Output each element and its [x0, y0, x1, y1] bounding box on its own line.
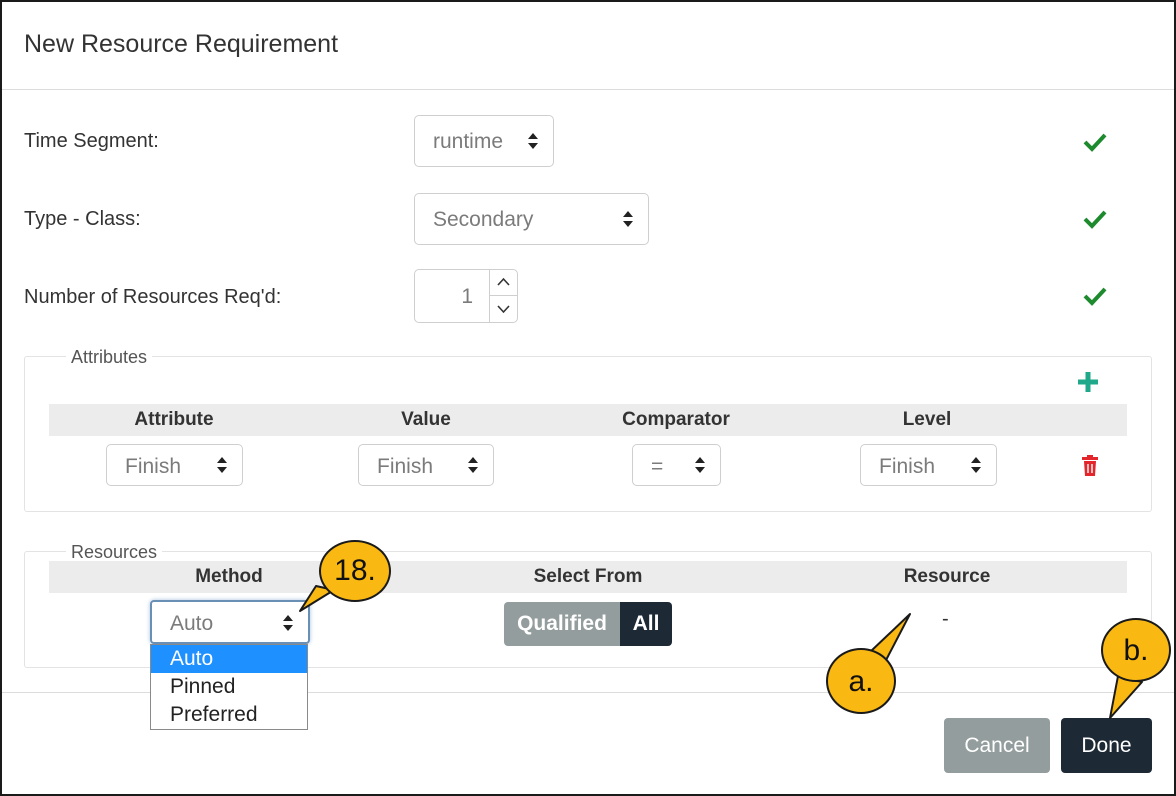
add-attribute-icon[interactable]: [1076, 370, 1100, 394]
column-header-value: Value: [401, 409, 451, 430]
time-segment-label: Time Segment:: [24, 130, 159, 152]
num-resources-value: 1: [461, 285, 473, 308]
method-option-auto[interactable]: Auto: [151, 645, 307, 673]
stepper-buttons: [489, 270, 517, 322]
trash-icon[interactable]: [1081, 455, 1099, 477]
method-dropdown-list: Auto Pinned Preferred: [150, 644, 308, 730]
select-from-all-button[interactable]: All: [620, 602, 672, 646]
select-from-toggle: Qualified All: [504, 602, 672, 646]
column-header-resource: Resource: [903, 566, 991, 587]
time-segment-value: runtime: [433, 130, 504, 153]
type-class-value: Secondary: [433, 208, 534, 231]
level-value: Finish: [879, 455, 936, 478]
method-select[interactable]: Auto: [150, 600, 310, 644]
done-button[interactable]: Done: [1061, 718, 1152, 773]
type-class-label: Type - Class:: [24, 208, 141, 230]
sort-arrows-icon: [623, 211, 633, 227]
sort-arrows-icon: [695, 457, 705, 473]
method-option-preferred[interactable]: Preferred: [151, 701, 307, 729]
type-class-select[interactable]: Secondary: [414, 193, 649, 245]
resources-legend: Resources: [66, 542, 163, 563]
attributes-table-header: Attribute Value Comparator Level: [49, 404, 1127, 436]
callout-a: a.: [826, 648, 896, 714]
comparator-select[interactable]: =: [632, 444, 721, 486]
level-select[interactable]: Finish: [860, 444, 997, 486]
stepper-down-button[interactable]: [490, 296, 517, 322]
method-value: Auto: [170, 612, 214, 635]
check-icon: [1083, 287, 1107, 306]
check-icon: [1083, 210, 1107, 229]
resource-requirement-dialog: New Resource Requirement Time Segment: r…: [0, 0, 1176, 796]
num-resources-stepper[interactable]: 1: [414, 269, 518, 323]
chevron-up-icon: [497, 277, 510, 286]
column-header-attribute: Attribute: [134, 409, 214, 430]
num-resources-label: Number of Resources Req'd:: [24, 286, 282, 308]
column-header-level: Level: [902, 409, 952, 430]
method-option-pinned[interactable]: Pinned: [151, 673, 307, 701]
comparator-value: =: [651, 455, 664, 478]
sort-arrows-icon: [971, 457, 981, 473]
callout-18: 18.: [319, 540, 391, 602]
dialog-header: New Resource Requirement: [2, 2, 1174, 90]
check-icon: [1083, 133, 1107, 152]
sort-arrows-icon: [217, 457, 227, 473]
attribute-value: Finish: [125, 455, 182, 478]
column-header-comparator: Comparator: [622, 409, 730, 430]
time-segment-select[interactable]: runtime: [414, 115, 554, 167]
stepper-up-button[interactable]: [490, 270, 517, 296]
value-select[interactable]: Finish: [358, 444, 494, 486]
sort-arrows-icon: [468, 457, 478, 473]
attribute-select[interactable]: Finish: [106, 444, 243, 486]
column-header-method: Method: [195, 566, 263, 587]
resource-value: -: [942, 608, 949, 630]
sort-arrows-icon: [283, 615, 293, 631]
attributes-legend: Attributes: [66, 347, 153, 368]
resources-table-header: Method Select From Resource: [49, 561, 1127, 593]
sort-arrows-icon: [528, 133, 538, 149]
value-value: Finish: [377, 455, 434, 478]
dialog-title: New Resource Requirement: [24, 30, 339, 58]
column-header-select-from: Select From: [533, 566, 643, 587]
callout-b: b.: [1101, 618, 1171, 682]
chevron-down-icon: [497, 305, 510, 314]
cancel-button[interactable]: Cancel: [944, 718, 1050, 773]
select-from-qualified-button[interactable]: Qualified: [504, 602, 620, 646]
